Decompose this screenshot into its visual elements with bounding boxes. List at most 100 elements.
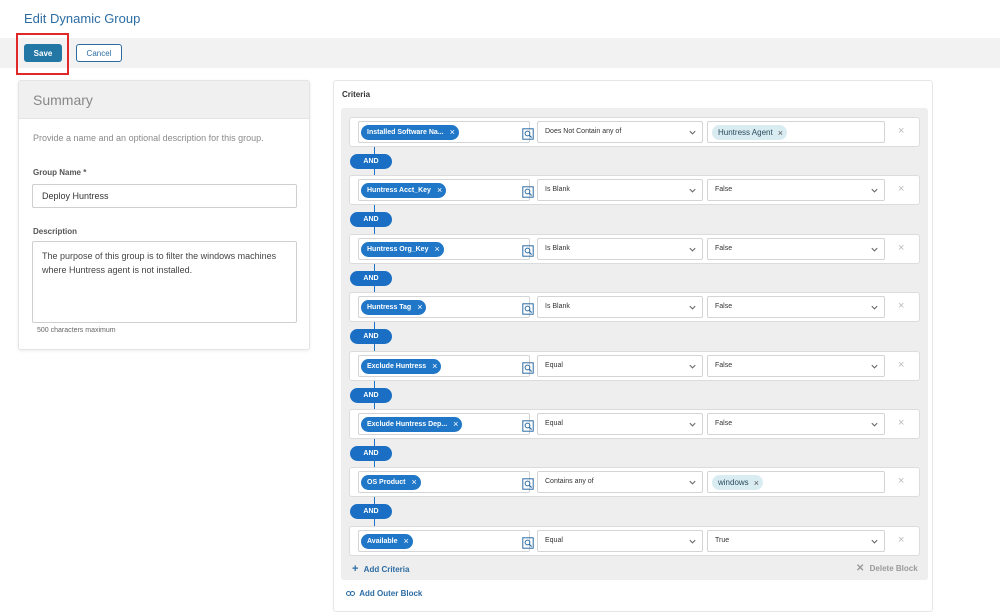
field-chip[interactable]: Installed Software Na... × xyxy=(361,125,459,140)
value-label: False xyxy=(715,186,733,193)
value-select[interactable]: True xyxy=(707,530,885,552)
chip-remove-icon[interactable]: × xyxy=(432,362,437,371)
group-name-input[interactable]: Deploy Huntress xyxy=(32,184,297,208)
field-lookup-icon[interactable] xyxy=(522,477,534,490)
delete-block-label: Delete Block xyxy=(869,564,918,573)
description-textarea[interactable]: The purpose of this group is to filter t… xyxy=(32,241,297,323)
field-lookup-icon[interactable] xyxy=(522,536,534,549)
operator-select[interactable]: Is Blank xyxy=(537,179,703,201)
value-select[interactable]: False xyxy=(707,179,885,201)
remove-row-icon[interactable]: × xyxy=(898,126,904,137)
field-selector[interactable]: Exclude Huntress Dep... × xyxy=(358,413,534,435)
value-select[interactable]: False xyxy=(707,355,885,377)
operator-select[interactable]: Is Blank xyxy=(537,238,703,260)
operator-select[interactable]: Equal xyxy=(537,355,703,377)
criteria-row: Huntress Tag × Is Blank False × xyxy=(349,292,920,322)
operator-select[interactable]: Does Not Contain any of xyxy=(537,121,703,143)
chip-remove-icon[interactable]: × xyxy=(403,537,408,546)
value-chip[interactable]: windows × xyxy=(712,475,763,490)
operator-select[interactable]: Is Blank xyxy=(537,296,703,318)
char-limit-hint: 500 characters maximum xyxy=(37,327,116,334)
value-chip-label: windows xyxy=(718,478,749,487)
operator-select[interactable]: Equal xyxy=(537,413,703,435)
chip-remove-icon[interactable]: × xyxy=(434,245,439,254)
operator-select[interactable]: Equal xyxy=(537,530,703,552)
page-title: Edit Dynamic Group xyxy=(24,11,141,26)
summary-heading: Summary xyxy=(19,81,309,119)
field-lookup-icon[interactable] xyxy=(522,419,534,432)
field-chip[interactable]: Exclude Huntress × xyxy=(361,359,442,374)
chevron-down-icon xyxy=(688,362,697,371)
field-selector[interactable]: Huntress Tag × xyxy=(358,296,534,318)
plus-icon: + xyxy=(352,563,359,575)
chip-remove-icon[interactable]: × xyxy=(754,478,759,488)
remove-row-icon[interactable]: × xyxy=(898,184,904,195)
close-icon: ✕ xyxy=(856,563,865,574)
value-label: False xyxy=(715,303,733,310)
field-chip[interactable]: Exclude Huntress Dep... × xyxy=(361,417,463,432)
add-outer-block-button[interactable]: Add Outer Block xyxy=(346,589,422,598)
value-select[interactable]: False xyxy=(707,296,885,318)
remove-row-icon[interactable]: × xyxy=(898,360,904,371)
field-chip[interactable]: Available × xyxy=(361,534,413,549)
value-multiselect[interactable]: windows × xyxy=(707,471,885,493)
add-outer-block-label: Add Outer Block xyxy=(359,589,423,598)
summary-panel: Summary Provide a name and an optional d… xyxy=(18,80,310,350)
field-lookup-icon[interactable] xyxy=(522,244,534,257)
field-chip-label: Huntress Acct_Key xyxy=(367,187,431,194)
remove-row-icon[interactable]: × xyxy=(898,301,904,312)
field-chip[interactable]: Huntress Acct_Key × xyxy=(361,183,447,198)
operator-select[interactable]: Contains any of xyxy=(537,471,703,493)
cancel-button[interactable]: Cancel xyxy=(76,44,122,62)
field-selector[interactable]: Available × xyxy=(358,530,534,552)
value-chip[interactable]: Huntress Agent × xyxy=(712,125,787,140)
chip-remove-icon[interactable]: × xyxy=(450,128,455,137)
field-lookup-icon[interactable] xyxy=(522,185,534,198)
criteria-row: OS Product × Contains any of windows × × xyxy=(349,467,920,497)
add-criteria-button[interactable]: + Add Criteria xyxy=(352,563,409,575)
value-select[interactable]: False xyxy=(707,238,885,260)
field-chip[interactable]: Huntress Org_Key × xyxy=(361,242,444,257)
chevron-down-icon xyxy=(870,537,879,546)
chip-remove-icon[interactable]: × xyxy=(778,128,783,138)
chip-remove-icon[interactable]: × xyxy=(412,478,417,487)
field-selector[interactable]: Exclude Huntress × xyxy=(358,355,534,377)
delete-block-button[interactable]: ✕ Delete Block xyxy=(856,563,918,574)
field-chip-label: Available xyxy=(367,538,398,545)
field-chip-label: Huntress Tag xyxy=(367,304,412,311)
criteria-row: Huntress Acct_Key × Is Blank False × xyxy=(349,175,920,205)
chevron-down-icon xyxy=(688,537,697,546)
and-connector: AND xyxy=(350,212,392,227)
field-chip[interactable]: Huntress Tag × xyxy=(361,300,427,315)
field-chip[interactable]: OS Product × xyxy=(361,475,421,490)
field-lookup-icon[interactable] xyxy=(522,127,534,140)
remove-row-icon[interactable]: × xyxy=(898,476,904,487)
criteria-row: Installed Software Na... × Does Not Contai… xyxy=(349,117,920,147)
remove-row-icon[interactable]: × xyxy=(898,535,904,546)
field-selector[interactable]: Huntress Org_Key × xyxy=(358,238,534,260)
save-highlight-box xyxy=(16,33,69,75)
field-selector[interactable]: OS Product × xyxy=(358,471,534,493)
field-chip-label: Exclude Huntress xyxy=(367,363,427,370)
chevron-down-icon xyxy=(688,186,697,195)
field-selector[interactable]: Installed Software Na... × xyxy=(358,121,534,143)
chip-remove-icon[interactable]: × xyxy=(417,303,422,312)
description-label: Description xyxy=(33,227,78,236)
link-icon xyxy=(346,591,355,597)
value-multiselect[interactable]: Huntress Agent × xyxy=(707,121,885,143)
chip-remove-icon[interactable]: × xyxy=(437,186,442,195)
value-select[interactable]: False xyxy=(707,413,885,435)
chip-remove-icon[interactable]: × xyxy=(453,420,458,429)
chevron-down-icon xyxy=(870,303,879,312)
field-chip-label: Exclude Huntress Dep... xyxy=(367,421,448,428)
chevron-down-icon xyxy=(870,245,879,254)
chevron-down-icon xyxy=(870,362,879,371)
and-connector: AND xyxy=(350,504,392,519)
field-selector[interactable]: Huntress Acct_Key × xyxy=(358,179,534,201)
and-connector: AND xyxy=(350,154,392,169)
field-lookup-icon[interactable] xyxy=(522,302,534,315)
remove-row-icon[interactable]: × xyxy=(898,243,904,254)
field-lookup-icon[interactable] xyxy=(522,361,534,374)
remove-row-icon[interactable]: × xyxy=(898,418,904,429)
criteria-row: Exclude Huntress Dep... × Equal False × xyxy=(349,409,920,439)
